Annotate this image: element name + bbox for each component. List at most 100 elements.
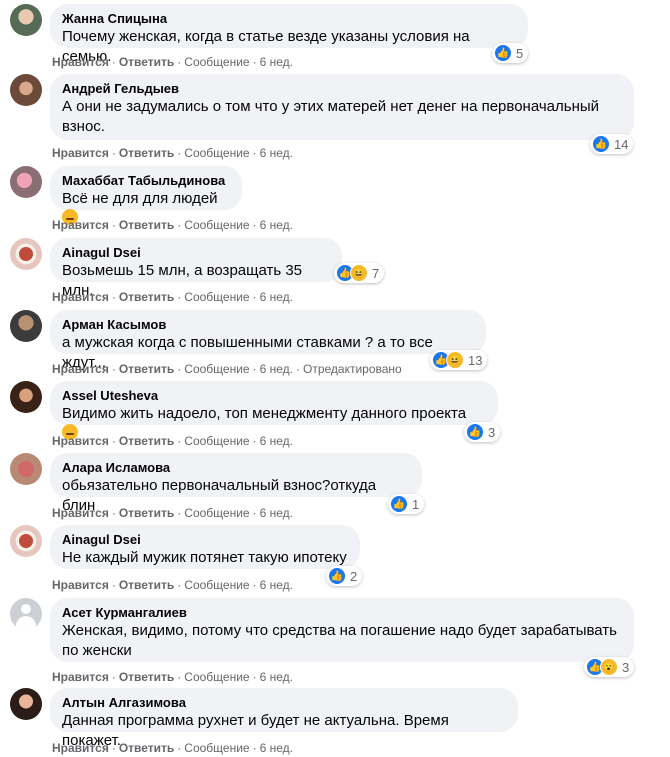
like-reaction-icon: 👍 [592,135,610,153]
separator: · [111,670,116,684]
comment-actions: Нравится · Ответить · Сообщение · 6 нед. [52,577,293,593]
avatar[interactable] [10,166,42,198]
comment-author[interactable]: Assel Utesheva [62,388,486,404]
separator: · [177,55,182,69]
comment-bubble: Арман Касымов а мужская когда с повышенн… [50,310,486,371]
message-link[interactable]: Сообщение [184,578,249,592]
timestamp[interactable]: 6 нед. [260,362,293,376]
separator: · [177,434,182,448]
separator: · [111,362,116,376]
comment-actions: Нравится · Ответить · Сообщение · 6 нед. · Отред… [52,361,402,377]
message-link[interactable]: Сообщение [184,146,249,160]
like-reaction-icon: 👍 [328,567,346,585]
reply-button[interactable]: Ответить [119,578,174,592]
separator: · [177,146,182,160]
timestamp[interactable]: 6 нед. [260,434,293,448]
reactions-summary[interactable]: 👍 1 [388,494,425,514]
reaction-count: 5 [516,45,524,61]
separator: · [177,218,182,232]
separator: · [111,146,116,160]
like-button[interactable]: Нравится [52,290,109,304]
reply-button[interactable]: Ответить [119,218,174,232]
avatar[interactable] [10,453,42,485]
message-link[interactable]: Сообщение [184,55,249,69]
reactions-summary[interactable]: 👍 5 [492,43,529,63]
reply-button[interactable]: Ответить [119,506,174,520]
separator: · [177,670,182,684]
message-link[interactable]: Сообщение [184,434,249,448]
separator: · [111,290,116,304]
comment-author[interactable]: Андрей Гельдыев [62,81,622,97]
like-reaction-icon: 👍 [466,423,484,441]
reply-button[interactable]: Ответить [119,362,174,376]
reply-button[interactable]: Ответить [119,741,174,755]
comment-author[interactable]: Асет Курмангалиев [62,605,622,621]
comment-author[interactable]: Махаббат Табыльдинова [62,173,230,189]
like-button[interactable]: Нравится [52,578,109,592]
separator: · [177,506,182,520]
reactions-summary[interactable]: 👍 😮 3 [584,657,635,677]
reactions-summary[interactable]: 👍 2 [326,566,363,586]
reply-button[interactable]: Ответить [119,146,174,160]
message-link[interactable]: Сообщение [184,218,249,232]
comment-actions: Нравится · Ответить · Сообщение · 6 нед. [52,289,293,305]
avatar[interactable] [10,238,42,270]
comment-author[interactable]: Алара Исламова [62,460,410,476]
timestamp[interactable]: 6 нед. [260,506,293,520]
separator: · [295,362,300,376]
comment-text: А они не задумались о том что у этих мат… [62,98,600,135]
comment-author[interactable]: Ainagul Dsei [62,245,330,261]
avatar[interactable] [10,598,42,630]
reply-button[interactable]: Ответить [119,290,174,304]
reactions-summary[interactable]: 👍 3 [464,422,501,442]
like-button[interactable]: Нравится [52,146,109,160]
reactions-summary[interactable]: 👍 😆 13 [430,350,488,370]
message-link[interactable]: Сообщение [184,506,249,520]
comment-author[interactable]: Алтын Алгазимова [62,695,506,711]
comment-author[interactable]: Жанна Спицына [62,11,516,27]
like-reaction-icon: 👍 [494,44,512,62]
reply-button[interactable]: Ответить [119,55,174,69]
timestamp[interactable]: 6 нед. [260,55,293,69]
avatar[interactable] [10,381,42,413]
separator: · [252,362,257,376]
like-button[interactable]: Нравится [52,670,109,684]
timestamp[interactable]: 6 нед. [260,218,293,232]
message-link[interactable]: Сообщение [184,741,249,755]
separator: · [177,578,182,592]
avatar[interactable] [10,4,42,36]
comment-bubble: Ainagul Dsei Возьмешь 15 млн, а возращат… [50,238,342,299]
comment-author[interactable]: Арман Касымов [62,317,474,333]
reply-button[interactable]: Ответить [119,434,174,448]
like-button[interactable]: Нравится [52,506,109,520]
comment-text: Не каждый мужик потянет такую ипотеку [62,549,347,566]
avatar[interactable] [10,525,42,557]
timestamp[interactable]: 6 нед. [260,670,293,684]
avatar[interactable] [10,310,42,342]
timestamp[interactable]: 6 нед. [260,741,293,755]
haha-reaction-icon: 😆 [350,264,368,282]
avatar[interactable] [10,688,42,720]
like-button[interactable]: Нравится [52,741,109,755]
reaction-count: 3 [622,659,630,675]
separator: · [252,434,257,448]
timestamp[interactable]: 6 нед. [260,146,293,160]
like-button[interactable]: Нравится [52,218,109,232]
timestamp[interactable]: 6 нед. [260,290,293,304]
reaction-count: 13 [468,352,483,368]
message-link[interactable]: Сообщение [184,290,249,304]
reply-button[interactable]: Ответить [119,670,174,684]
reactions-summary[interactable]: 👍 😆 7 [334,263,385,283]
timestamp[interactable]: 6 нед. [260,578,293,592]
comment-author[interactable]: Ainagul Dsei [62,532,348,548]
like-button[interactable]: Нравится [52,362,109,376]
avatar[interactable] [10,74,42,106]
like-reaction-icon: 👍 [390,495,408,513]
separator: · [252,578,257,592]
comment-bubble: Андрей Гельдыев А они не задумались о то… [50,74,634,140]
like-button[interactable]: Нравится [52,434,109,448]
message-link[interactable]: Сообщение [184,670,249,684]
like-button[interactable]: Нравится [52,55,109,69]
reactions-summary[interactable]: 👍 14 [590,134,634,154]
message-link[interactable]: Сообщение [184,362,249,376]
